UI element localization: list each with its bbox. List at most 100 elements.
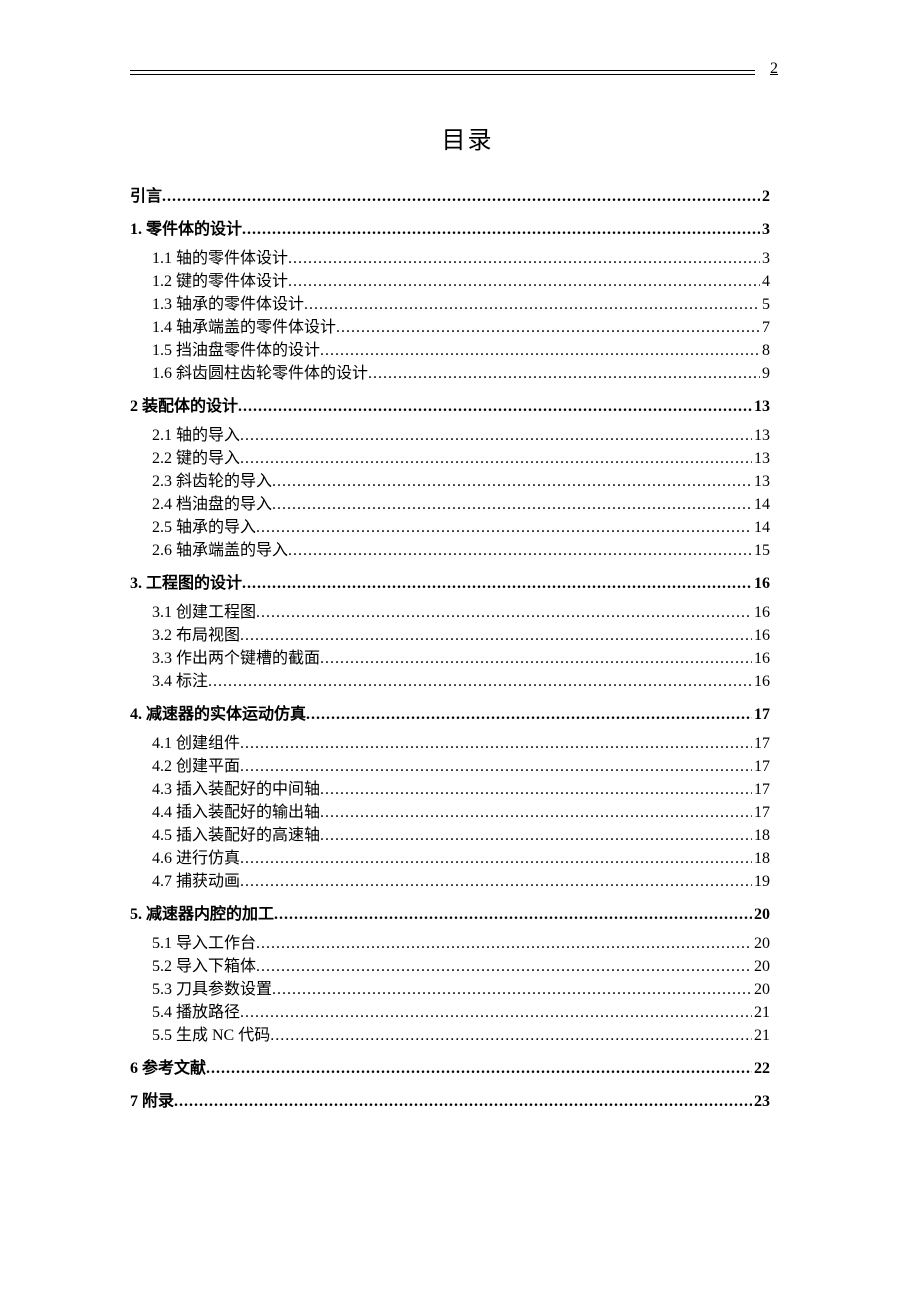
toc-entry: 6 参考文献 22 <box>130 1057 770 1080</box>
toc-dot-leader <box>256 955 752 978</box>
toc-entry-page: 3 <box>760 218 770 241</box>
toc-dot-leader <box>240 755 752 778</box>
toc-entry: 引言 2 <box>130 185 770 208</box>
toc-entry-label: 1.6 斜齿圆柱齿轮零件体的设计 <box>152 362 368 385</box>
toc-entry: 1. 零件体的设计 3 <box>130 218 770 241</box>
toc-entry: 1.5 挡油盘零件体的设计 8 <box>152 339 770 362</box>
toc-dot-leader <box>240 1001 752 1024</box>
toc-entry-label: 4.2 创建平面 <box>152 755 240 778</box>
toc-entry-page: 16 <box>752 572 770 595</box>
toc-entry-label: 引言 <box>130 185 162 208</box>
toc-entry: 1.3 轴承的零件体设计 5 <box>152 293 770 316</box>
toc-entry-label: 5.4 播放路径 <box>152 1001 240 1024</box>
toc-entry-page: 17 <box>752 801 770 824</box>
toc-entry-label: 6 参考文献 <box>130 1057 206 1080</box>
page-number: 2 <box>770 60 778 78</box>
toc-entry: 3.4 标注 16 <box>152 670 770 693</box>
toc-entry-label: 4.1 创建组件 <box>152 732 240 755</box>
toc-entry-page: 16 <box>752 647 770 670</box>
toc-dot-leader <box>208 670 752 693</box>
toc-dot-leader <box>320 339 760 362</box>
toc-entry-label: 4.3 插入装配好的中间轴 <box>152 778 320 801</box>
toc-entry-page: 23 <box>752 1090 770 1113</box>
toc-dot-leader <box>288 539 752 562</box>
toc-dot-leader <box>206 1057 752 1080</box>
toc-entry-page: 20 <box>752 932 770 955</box>
toc-entry-page: 20 <box>752 978 770 1001</box>
toc-dot-leader <box>174 1090 752 1113</box>
header-rule <box>130 70 755 75</box>
toc-entry: 2 装配体的设计 13 <box>130 395 770 418</box>
toc-entry: 1.1 轴的零件体设计 3 <box>152 247 770 270</box>
toc-dot-leader <box>272 470 752 493</box>
toc-entry-page: 17 <box>752 778 770 801</box>
toc-dot-leader <box>320 824 752 847</box>
toc-dot-leader <box>320 647 752 670</box>
toc-dot-leader <box>274 903 752 926</box>
toc-entry-label: 3.4 标注 <box>152 670 208 693</box>
toc-dot-leader <box>238 395 752 418</box>
toc-dot-leader <box>320 801 752 824</box>
page: 2 目录 引言 21. 零件体的设计 31.1 轴的零件体设计 31.2 键的零… <box>0 0 920 1302</box>
toc-entry-label: 4.4 插入装配好的输出轴 <box>152 801 320 824</box>
toc-entry-page: 20 <box>752 903 770 926</box>
toc-entry-page: 18 <box>752 847 770 870</box>
toc-dot-leader <box>240 447 752 470</box>
toc-entry: 4.4 插入装配好的输出轴 17 <box>152 801 770 824</box>
toc-entry: 4.3 插入装配好的中间轴 17 <box>152 778 770 801</box>
toc-entry-page: 15 <box>752 539 770 562</box>
toc-entry: 4. 减速器的实体运动仿真 17 <box>130 703 770 726</box>
toc-dot-leader <box>242 572 752 595</box>
toc-entry-label: 1.3 轴承的零件体设计 <box>152 293 304 316</box>
toc-dot-leader <box>336 316 760 339</box>
toc-entry-label: 3.3 作出两个键槽的截面 <box>152 647 320 670</box>
toc-entry-label: 2.4 档油盘的导入 <box>152 493 272 516</box>
toc-entry-label: 2.6 轴承端盖的导入 <box>152 539 288 562</box>
toc-entry: 4.5 插入装配好的高速轴 18 <box>152 824 770 847</box>
toc-entry: 1.6 斜齿圆柱齿轮零件体的设计 9 <box>152 362 770 385</box>
toc-entry-label: 2.1 轴的导入 <box>152 424 240 447</box>
toc-entry-page: 16 <box>752 624 770 647</box>
toc-dot-leader <box>272 493 752 516</box>
toc-entry: 5.1 导入工作台 20 <box>152 932 770 955</box>
toc-entry: 4.6 进行仿真 18 <box>152 847 770 870</box>
toc-entry-page: 21 <box>752 1001 770 1024</box>
toc-entry-page: 17 <box>752 732 770 755</box>
toc-entry-page: 4 <box>760 270 770 293</box>
toc-dot-leader <box>288 247 760 270</box>
toc-entry-label: 5.1 导入工作台 <box>152 932 256 955</box>
toc-entry-page: 3 <box>760 247 770 270</box>
toc-entry: 2.1 轴的导入 13 <box>152 424 770 447</box>
toc-entry-label: 3.2 布局视图 <box>152 624 240 647</box>
toc-entry-page: 2 <box>760 185 770 208</box>
toc-entry-label: 4.6 进行仿真 <box>152 847 240 870</box>
toc-entry-label: 4.7 捕获动画 <box>152 870 240 893</box>
toc-dot-leader <box>240 870 752 893</box>
toc-entry-label: 2 装配体的设计 <box>130 395 238 418</box>
toc-entry: 3. 工程图的设计 16 <box>130 572 770 595</box>
toc-subgroup: 4.1 创建组件 174.2 创建平面 174.3 插入装配好的中间轴 174.… <box>152 732 770 893</box>
toc-entry-label: 1. 零件体的设计 <box>130 218 242 241</box>
toc-entry-page: 8 <box>760 339 770 362</box>
toc-entry: 3.2 布局视图 16 <box>152 624 770 647</box>
toc-entry-label: 3.1 创建工程图 <box>152 601 256 624</box>
toc-dot-leader <box>242 218 760 241</box>
toc-dot-leader <box>272 978 752 1001</box>
toc-entry-page: 17 <box>752 703 770 726</box>
toc-entry-page: 5 <box>760 293 770 316</box>
toc-entry: 3.1 创建工程图 16 <box>152 601 770 624</box>
toc-subgroup: 1.1 轴的零件体设计 31.2 键的零件体设计 41.3 轴承的零件体设计 5… <box>152 247 770 385</box>
toc-entry-page: 21 <box>752 1024 770 1047</box>
toc-dot-leader <box>240 624 752 647</box>
toc-title: 目录 <box>130 120 805 155</box>
toc-entry-page: 9 <box>760 362 770 385</box>
toc-dot-leader <box>306 703 752 726</box>
toc-entry-page: 13 <box>752 447 770 470</box>
toc-entry-label: 1.5 挡油盘零件体的设计 <box>152 339 320 362</box>
toc-entry: 3.3 作出两个键槽的截面 16 <box>152 647 770 670</box>
toc-entry-page: 14 <box>752 493 770 516</box>
toc-entry-label: 2.5 轴承的导入 <box>152 516 256 539</box>
toc-entry-page: 13 <box>752 470 770 493</box>
toc-dot-leader <box>288 270 760 293</box>
toc-entry-page: 20 <box>752 955 770 978</box>
